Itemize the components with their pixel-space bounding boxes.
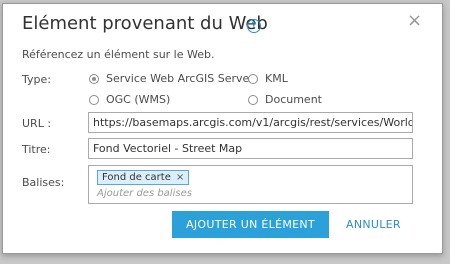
tag-label: Fond de carte xyxy=(102,172,171,183)
url-label: URL : xyxy=(22,117,52,130)
tags-input[interactable]: Fond de carte × Ajouter des balises xyxy=(88,165,413,204)
tag-chip: Fond de carte × xyxy=(97,170,190,185)
title-label: Titre: xyxy=(22,143,51,156)
radio-arcgis-server[interactable]: Service Web ArcGIS Server xyxy=(89,72,254,85)
radio-button[interactable] xyxy=(89,73,99,84)
radio-label: Service Web ArcGIS Server xyxy=(106,72,254,85)
help-icon[interactable]: ? xyxy=(247,19,261,33)
radio-label: OGC (WMS) xyxy=(106,93,171,106)
radio-label: KML xyxy=(265,72,288,85)
type-label: Type: xyxy=(22,73,51,86)
dialog-description: Référencez un élément sur le Web. xyxy=(22,48,215,61)
tags-label: Balises: xyxy=(22,176,65,189)
radio-label: Document xyxy=(265,93,322,106)
add-item-button[interactable]: AJOUTER UN ÉLÉMENT xyxy=(172,211,329,238)
radio-button[interactable] xyxy=(89,94,99,105)
radio-button[interactable] xyxy=(248,94,258,105)
remove-tag-icon[interactable]: × xyxy=(176,171,184,184)
url-input[interactable]: https://basemaps.arcgis.com/v1/arcgis/re… xyxy=(88,112,413,133)
close-icon[interactable]: × xyxy=(407,12,422,30)
radio-kml[interactable]: KML xyxy=(248,72,288,85)
radio-ogc-wms[interactable]: OGC (WMS) xyxy=(89,93,170,106)
dialog-title: Elément provenant du Web xyxy=(22,13,268,34)
cancel-button[interactable]: ANNULER xyxy=(346,211,401,238)
radio-document[interactable]: Document xyxy=(248,93,322,106)
add-item-from-web-dialog: Elément provenant du Web ? × Référencez … xyxy=(2,3,443,254)
add-tag-input[interactable]: Ajouter des balises xyxy=(97,188,192,199)
radio-button[interactable] xyxy=(248,73,258,84)
title-input[interactable]: Fond Vectoriel - Street Map xyxy=(88,138,413,159)
